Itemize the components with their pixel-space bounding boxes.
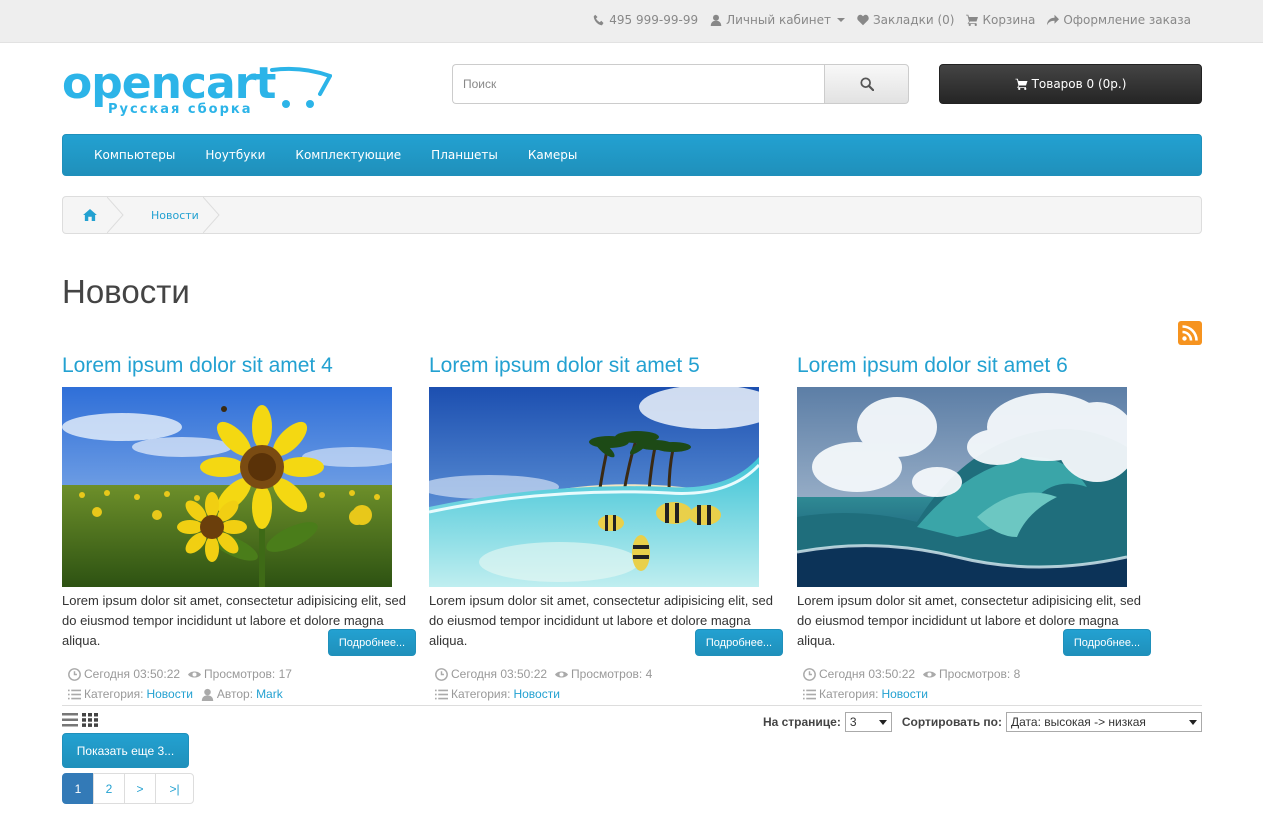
list-icon	[803, 689, 816, 699]
top-bar: 495 999-99-99 Личный кабинет Закладки (0…	[0, 0, 1263, 43]
phone-icon	[594, 14, 604, 26]
search-input[interactable]	[452, 64, 825, 104]
wishlist-link[interactable]: Закладки (0)	[857, 13, 954, 27]
menu-item-computers[interactable]: Компьютеры	[79, 148, 190, 162]
read-more-button[interactable]: Подробнее...	[695, 629, 783, 656]
list-toolbar: На странице: 3 Сортировать по: Дата: выс…	[62, 705, 1202, 735]
user-icon	[201, 688, 214, 701]
cart-icon	[966, 14, 979, 26]
news-author: Автор: Mark	[201, 684, 283, 704]
ocean-wave-image[interactable]	[797, 387, 1127, 587]
page-2[interactable]: 2	[93, 773, 125, 804]
list-view-icon[interactable]	[62, 713, 78, 727]
eye-icon	[923, 670, 937, 678]
news-date: Сегодня 03:50:22	[68, 664, 180, 684]
phone-text: 495 999-99-99	[609, 13, 699, 27]
news-meta: Сегодня 03:50:22 Просмотров: 17 Категори…	[68, 664, 292, 704]
news-category: Категория: Новости	[435, 684, 560, 704]
news-views: Просмотров: 8	[923, 664, 1020, 684]
main-menu: Компьютеры Ноутбуки Комплектующие Планше…	[62, 134, 1202, 176]
category-link[interactable]: Новости	[881, 684, 927, 704]
cart-icon	[1015, 78, 1028, 90]
account-text: Личный кабинет	[726, 13, 831, 27]
news-category: Категория: Новости	[803, 684, 928, 704]
show-more-button[interactable]: Показать еще 3...	[62, 733, 189, 768]
grid-view-icon[interactable]	[82, 713, 98, 727]
eye-icon	[188, 670, 202, 678]
clock-icon	[68, 667, 81, 681]
clock-icon	[803, 667, 816, 681]
cart-button-label: Товаров 0 (0р.)	[1031, 77, 1127, 91]
logo[interactable]: opencart Русская сборка	[62, 62, 332, 122]
breadcrumb-news[interactable]: Новости	[123, 197, 220, 233]
menu-item-components[interactable]: Комплектующие	[280, 148, 416, 162]
news-date: Сегодня 03:50:22	[803, 664, 915, 684]
view-switcher	[62, 713, 98, 727]
news-views: Просмотров: 17	[188, 664, 292, 684]
menu-item-tablets[interactable]: Планшеты	[416, 148, 513, 162]
home-icon	[83, 209, 97, 221]
sort-label: Сортировать по:	[901, 715, 1002, 729]
dropdown-arrow-icon	[1189, 719, 1197, 725]
page-last[interactable]: >|	[155, 773, 194, 804]
logo-subtitle: Русская сборка	[108, 102, 253, 117]
top-links: 495 999-99-99 Личный кабинет Закладки (0…	[593, 13, 1191, 27]
news-category: Категория: Новости	[68, 684, 193, 704]
phone-link[interactable]: 495 999-99-99	[593, 13, 698, 27]
menu-item-laptops[interactable]: Ноутбуки	[190, 148, 280, 162]
menu-item-cameras[interactable]: Камеры	[513, 148, 592, 162]
list-icon	[435, 689, 448, 699]
news-meta: Сегодня 03:50:22 Просмотров: 8 Категория…	[803, 664, 1020, 704]
account-dropdown[interactable]: Личный кабинет	[710, 13, 845, 27]
cart-button[interactable]: Товаров 0 (0р.)	[939, 64, 1202, 104]
share-icon	[1047, 14, 1060, 26]
checkout-text: Оформление заказа	[1063, 13, 1191, 27]
search-bar	[452, 64, 909, 104]
search-button[interactable]	[824, 64, 909, 104]
checkout-link[interactable]: Оформление заказа	[1047, 13, 1191, 27]
news-item: Lorem ipsum dolor sit amet 6 Lorem ipsum…	[797, 352, 1157, 701]
cart-text: Корзина	[982, 13, 1036, 27]
sunflower-image[interactable]	[62, 387, 392, 587]
news-item: Lorem ipsum dolor sit amet 4 Lorem ipsum…	[62, 352, 422, 701]
page-next[interactable]: >	[124, 773, 156, 804]
breadcrumb-separator	[202, 197, 220, 233]
search-icon	[859, 77, 874, 91]
rss-icon	[1182, 325, 1198, 341]
page-title: Новости	[62, 273, 190, 310]
breadcrumb: Новости	[62, 196, 1202, 234]
logo-cart-icon	[270, 66, 332, 108]
breadcrumb-home[interactable]	[63, 197, 124, 233]
news-meta: Сегодня 03:50:22 Просмотров: 4 Категория…	[435, 664, 652, 704]
caret-down-icon	[836, 18, 845, 22]
author-link[interactable]: Mark	[256, 684, 283, 704]
category-link[interactable]: Новости	[146, 684, 192, 704]
news-title[interactable]: Lorem ipsum dolor sit amet 5	[429, 352, 789, 387]
wishlist-text: Закладки (0)	[872, 13, 955, 27]
list-icon	[68, 689, 81, 699]
user-icon	[710, 14, 722, 26]
pagination: 1 2 > >|	[62, 773, 194, 804]
read-more-button[interactable]: Подробнее...	[328, 629, 416, 656]
news-title[interactable]: Lorem ipsum dolor sit amet 4	[62, 352, 422, 387]
breadcrumb-news-text: Новости	[151, 208, 199, 222]
page-1[interactable]: 1	[62, 773, 94, 804]
rss-button[interactable]	[1178, 321, 1202, 345]
clock-icon	[435, 667, 448, 681]
news-date: Сегодня 03:50:22	[435, 664, 547, 684]
news-item: Lorem ipsum dolor sit amet 5 Lorem ipsum…	[429, 352, 789, 701]
cart-link[interactable]: Корзина	[966, 13, 1035, 27]
tropical-sea-image[interactable]	[429, 387, 759, 587]
per-page-select[interactable]: 3	[844, 712, 892, 732]
read-more-button[interactable]: Подробнее...	[1063, 629, 1151, 656]
per-page-label: На странице:	[762, 715, 841, 729]
heart-icon	[857, 14, 869, 26]
sort-select[interactable]: Дата: высокая -> низкая	[1006, 712, 1202, 732]
news-title[interactable]: Lorem ipsum dolor sit amet 6	[797, 352, 1157, 387]
toolbar-controls: На странице: 3 Сортировать по: Дата: выс…	[763, 712, 1202, 732]
category-link[interactable]: Новости	[513, 684, 559, 704]
eye-icon	[555, 670, 569, 678]
news-views: Просмотров: 4	[555, 664, 652, 684]
dropdown-arrow-icon	[878, 719, 887, 725]
